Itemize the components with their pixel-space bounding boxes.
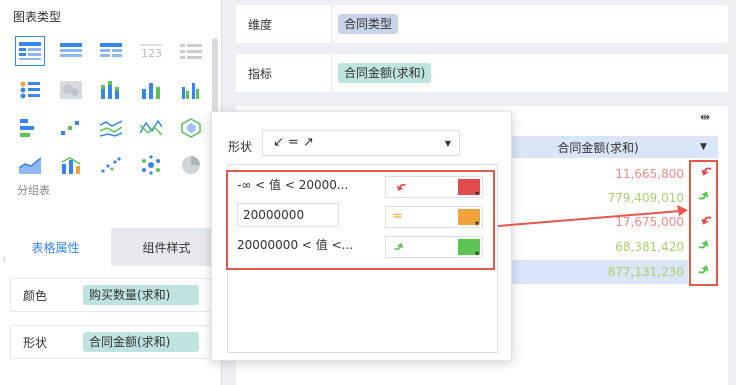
annotation-arrow <box>497 205 688 227</box>
